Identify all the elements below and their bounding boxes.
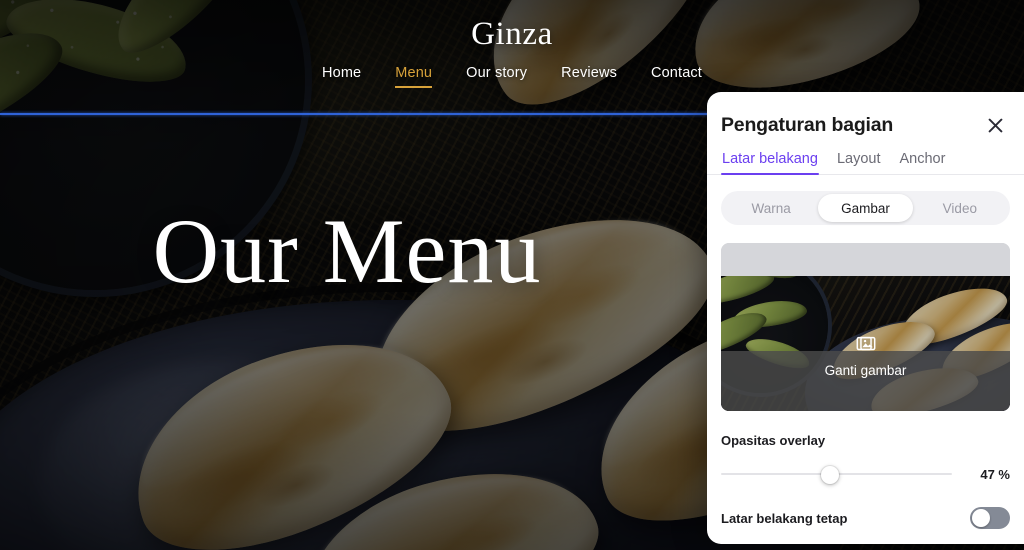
- panel-title: Pengaturan bagian: [721, 113, 894, 136]
- overlay-opacity-slider[interactable]: [721, 465, 952, 484]
- panel-body: Warna Gambar Video Ganti gambar Opasitas…: [707, 175, 1024, 529]
- change-image-overlay[interactable]: Ganti gambar: [721, 336, 1010, 411]
- fixed-background-field: Latar belakang tetap: [721, 507, 1010, 529]
- nav-item-home[interactable]: Home: [322, 65, 361, 86]
- overlay-opacity-label: Opasitas overlay: [721, 433, 826, 448]
- background-type-segmented-control: Warna Gambar Video: [721, 191, 1010, 225]
- background-image-thumbnail[interactable]: Ganti gambar: [721, 243, 1010, 411]
- fixed-background-toggle[interactable]: [970, 507, 1010, 529]
- nav-item-our-story[interactable]: Our story: [466, 65, 527, 86]
- panel-header: Pengaturan bagian: [707, 92, 1024, 138]
- section-settings-panel: Pengaturan bagian Latar belakang Layout …: [707, 92, 1024, 544]
- image-stack-icon: [855, 333, 877, 355]
- segment-video[interactable]: Video: [913, 194, 1007, 222]
- close-icon[interactable]: [982, 112, 1008, 138]
- overlay-opacity-field: Opasitas overlay 47 %: [721, 433, 1010, 484]
- thumbnail-placeholder-strip: [721, 243, 1010, 276]
- site-navigation: Home Menu Our story Reviews Contact: [0, 65, 1024, 88]
- overlay-opacity-value: 47 %: [980, 466, 1010, 482]
- tab-layout[interactable]: Layout: [836, 151, 882, 174]
- change-image-label: Ganti gambar: [824, 363, 907, 378]
- nav-item-menu[interactable]: Menu: [395, 65, 433, 88]
- site-brand-logo[interactable]: Ginza: [0, 16, 1024, 53]
- segment-warna[interactable]: Warna: [724, 194, 818, 222]
- tab-latar-belakang[interactable]: Latar belakang: [721, 151, 819, 175]
- slider-thumb[interactable]: [820, 466, 839, 484]
- fixed-background-label: Latar belakang tetap: [721, 510, 848, 526]
- nav-item-contact[interactable]: Contact: [651, 65, 702, 86]
- toggle-knob: [972, 509, 990, 527]
- tab-anchor[interactable]: Anchor: [898, 151, 946, 174]
- nav-item-reviews[interactable]: Reviews: [561, 65, 617, 86]
- segment-gambar[interactable]: Gambar: [818, 194, 913, 222]
- hero-title[interactable]: Our Menu: [0, 205, 694, 297]
- panel-tabs: Latar belakang Layout Anchor: [707, 151, 1024, 175]
